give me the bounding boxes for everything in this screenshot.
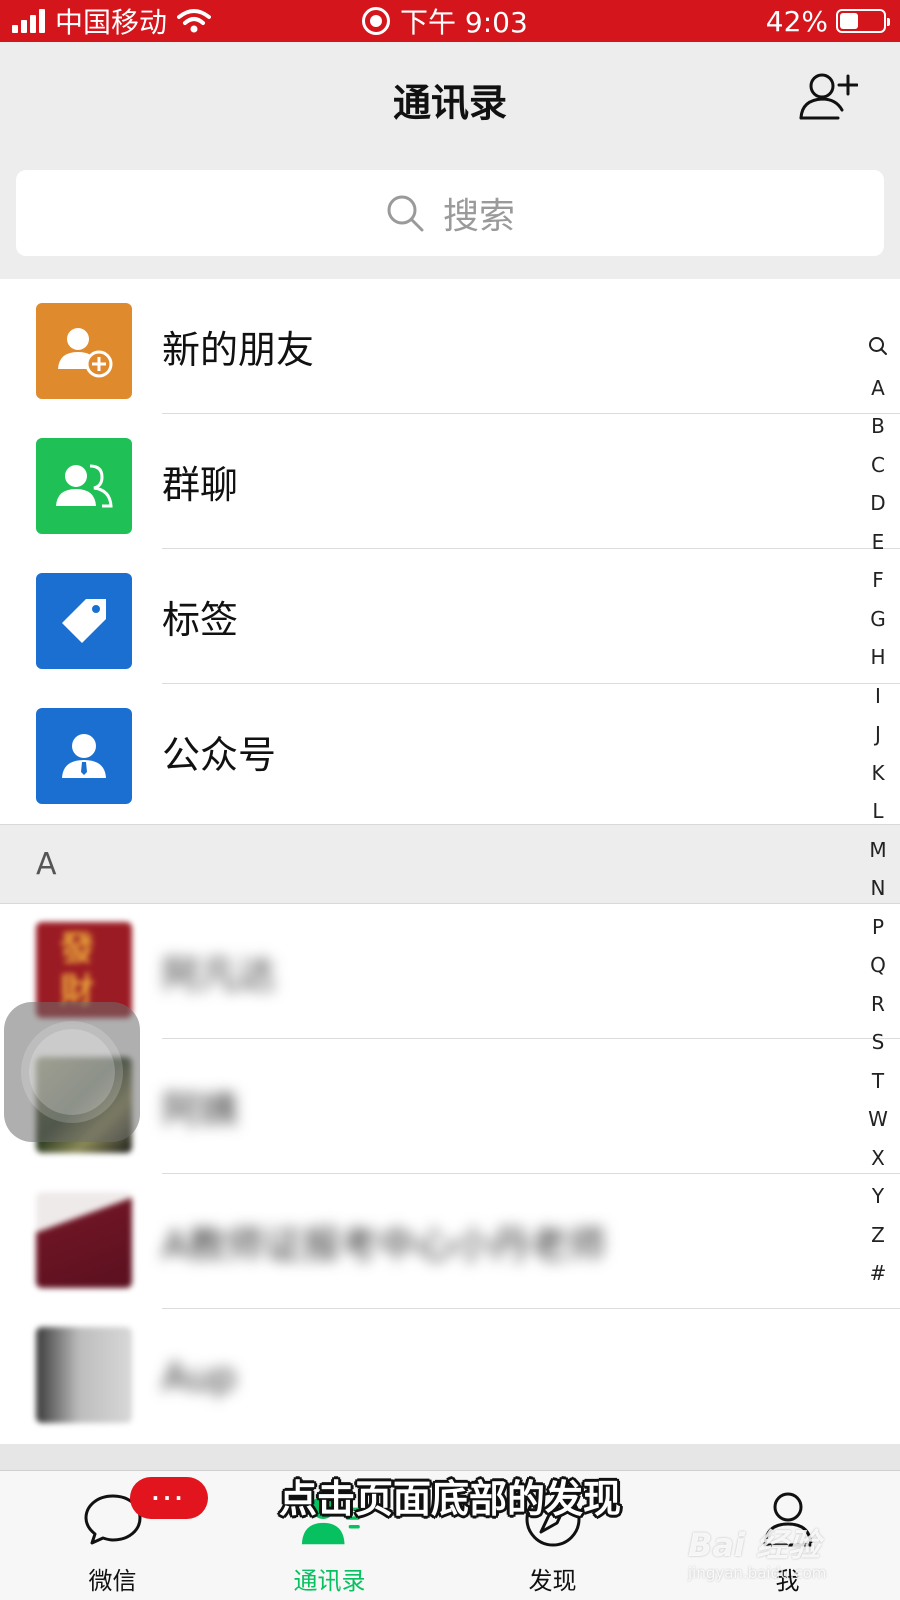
group-chat-label: 群聊	[162, 463, 239, 507]
official-accounts-row[interactable]: 公众号	[0, 684, 900, 819]
signal-icon	[12, 9, 45, 33]
index-letter[interactable]: N	[871, 869, 886, 908]
new-friends-label: 新的朋友	[162, 328, 315, 372]
section-header-a: A	[0, 824, 900, 904]
index-letter[interactable]: J	[875, 715, 881, 754]
index-letter[interactable]: X	[871, 1139, 885, 1178]
contact-name: 阿凡达	[162, 953, 277, 997]
watermark-sub: jingyan.baidu.com	[688, 1564, 827, 1582]
index-letter[interactable]: W	[868, 1100, 888, 1139]
battery-fill	[840, 13, 858, 29]
wifi-icon	[177, 9, 212, 33]
group-chat-icon	[36, 438, 132, 534]
index-letter[interactable]: R	[871, 985, 885, 1024]
list-bottom-band	[0, 1444, 900, 1470]
tags-label: 标签	[162, 598, 239, 642]
tab-contacts-label: 通讯录	[293, 1567, 366, 1595]
status-time: 下午 9:03	[400, 6, 528, 39]
add-friend-button[interactable]	[798, 68, 859, 124]
alphabet-index[interactable]: A B C D E F G H I J K L M N P Q R S T W X Y Z #	[864, 330, 892, 1293]
avatar	[36, 1192, 132, 1288]
index-letter[interactable]: M	[869, 831, 886, 870]
index-letter[interactable]: Q	[870, 946, 886, 985]
header: 通讯录 搜索	[0, 42, 900, 279]
index-letter[interactable]: C	[871, 446, 885, 485]
index-letter[interactable]: P	[872, 908, 884, 947]
index-letter[interactable]: G	[870, 600, 886, 639]
index-letter[interactable]: B	[871, 407, 885, 446]
battery-percent: 42%	[765, 4, 828, 38]
official-accounts-label: 公众号	[162, 733, 277, 777]
baidu-watermark: Bai 经验 jingyan.baidu.com	[688, 1520, 826, 1582]
index-letter[interactable]: A	[871, 369, 885, 408]
index-letter[interactable]: D	[870, 484, 885, 523]
avatar-text: 發財	[60, 929, 94, 1011]
index-letter[interactable]: S	[872, 1023, 885, 1062]
battery-icon	[836, 9, 890, 33]
function-list: 新的朋友 群聊 标签 公众号	[0, 279, 900, 819]
new-friend-icon	[36, 303, 132, 399]
page-title: 通讯录	[392, 81, 507, 125]
search-icon	[387, 195, 424, 232]
index-letter[interactable]: K	[871, 754, 884, 793]
index-letter[interactable]: I	[875, 677, 881, 716]
watermark-main: Bai 经验	[688, 1526, 821, 1564]
tags-row[interactable]: 标签	[0, 549, 900, 684]
contact-row[interactable]: A教师证报考中心小丹老师	[0, 1174, 900, 1309]
tab-discover-label: 发现	[528, 1567, 577, 1595]
index-letter[interactable]: #	[870, 1254, 887, 1293]
contact-name: 阿姨	[162, 1088, 239, 1132]
index-letter[interactable]: H	[870, 638, 885, 677]
official-account-icon	[36, 708, 132, 804]
contact-row[interactable]: Aup	[0, 1309, 900, 1444]
avatar	[36, 1327, 132, 1423]
video-caption: 点击页面底部的发现	[278, 1477, 621, 1521]
status-right: 42%	[765, 0, 890, 42]
contact-list: 發財 阿凡达 阿姨 A教师证报考中心小丹老师 Aup	[0, 904, 900, 1444]
index-letter[interactable]: T	[872, 1062, 884, 1101]
assistive-touch-button[interactable]	[4, 1002, 140, 1142]
search-input[interactable]: 搜索	[16, 170, 884, 256]
index-search-icon[interactable]	[868, 330, 888, 369]
contact-name: Aup	[162, 1354, 237, 1399]
index-letter[interactable]: E	[872, 523, 885, 562]
add-user-icon	[799, 73, 859, 120]
screen-record-icon	[362, 7, 390, 35]
contact-name: A教师证报考中心小丹老师	[162, 1223, 606, 1267]
status-center: 下午 9:03	[362, 0, 528, 42]
index-letter[interactable]: Z	[871, 1216, 885, 1255]
new-friends-row[interactable]: 新的朋友	[0, 279, 900, 414]
assistive-touch-icon	[29, 1029, 115, 1115]
search-placeholder: 搜索	[442, 196, 515, 237]
tab-chats-label: 微信	[88, 1567, 137, 1595]
carrier-label: 中国移动	[55, 6, 168, 39]
status-bar: 中国移动 下午 9:03 42%	[0, 0, 900, 42]
group-chat-row[interactable]: 群聊	[0, 414, 900, 549]
index-letter[interactable]: Y	[872, 1177, 884, 1216]
status-left: 中国移动	[12, 0, 212, 42]
index-letter[interactable]: L	[872, 792, 883, 831]
tag-icon	[36, 573, 132, 669]
index-letter[interactable]: F	[872, 561, 884, 600]
